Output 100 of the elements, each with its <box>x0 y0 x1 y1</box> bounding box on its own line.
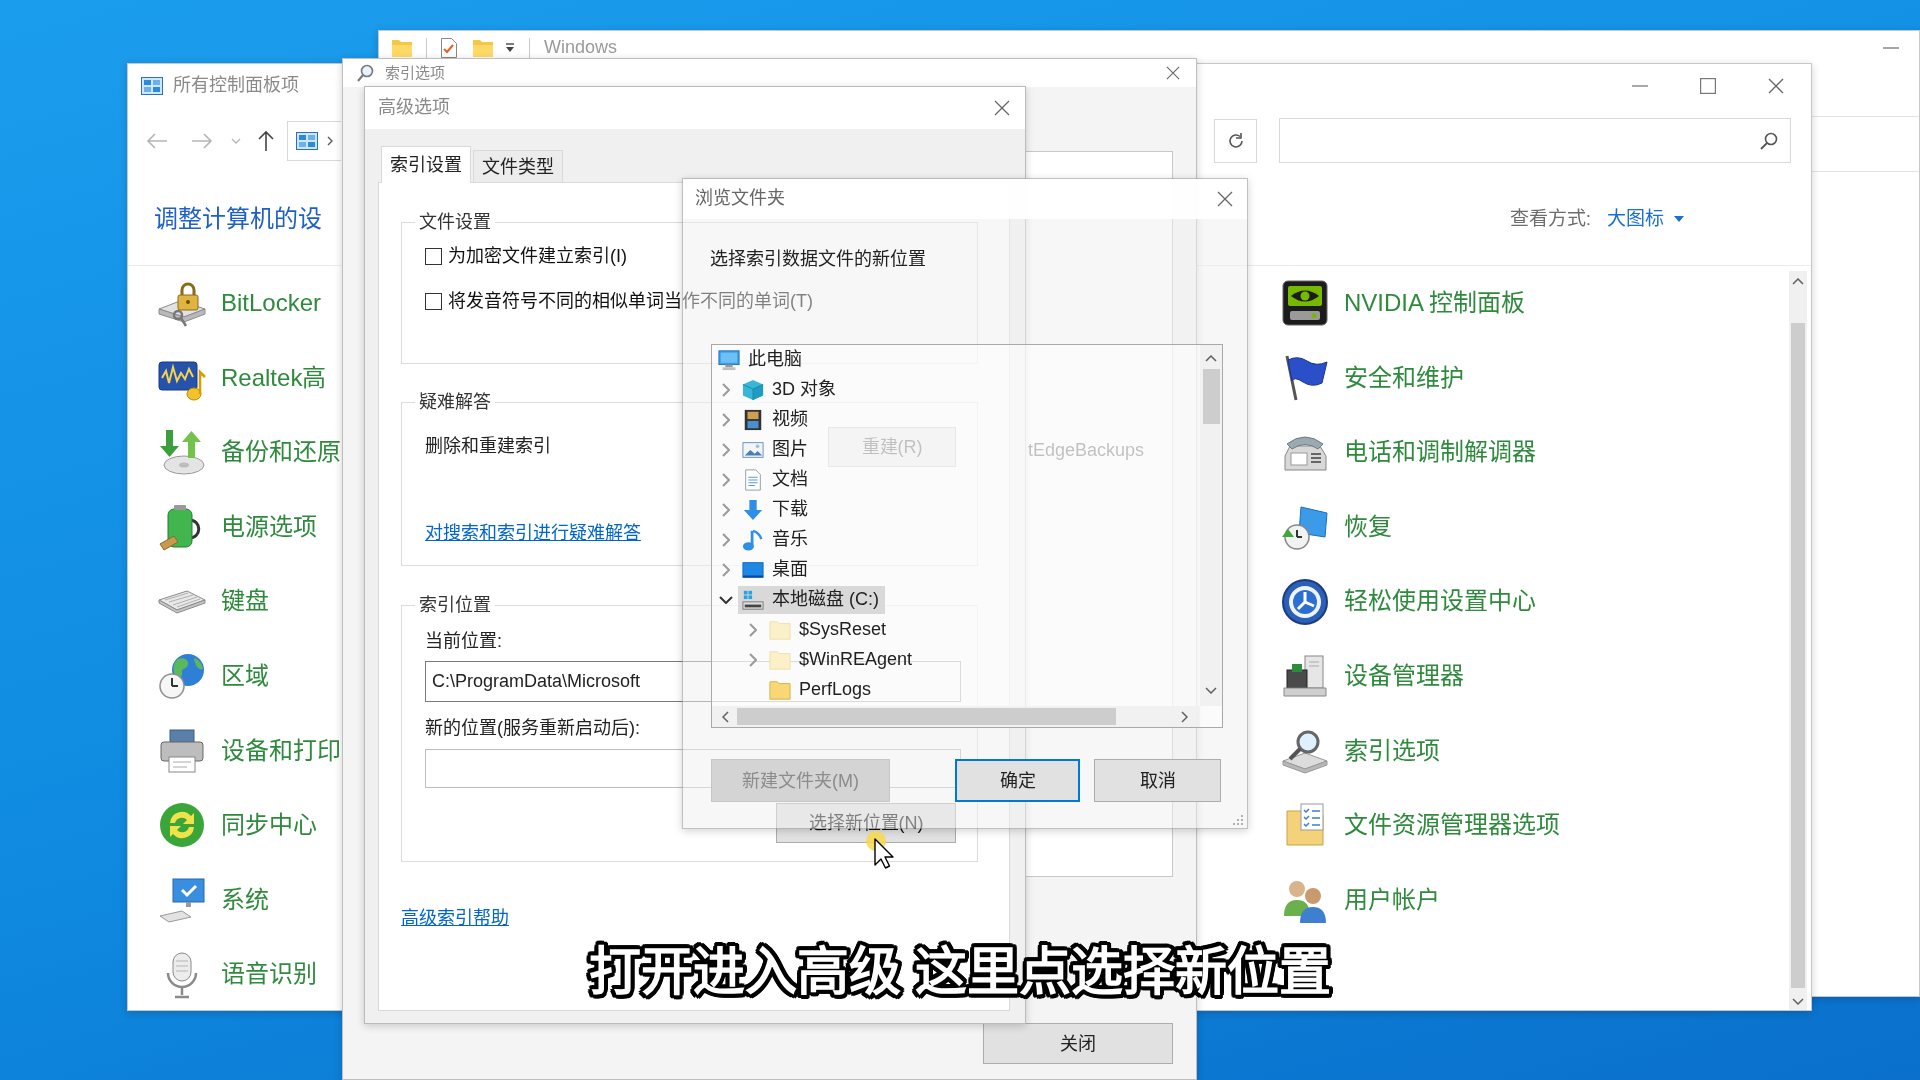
tree-item[interactable]: 本地磁盘 (C:) <box>738 586 885 614</box>
close-button[interactable]: 关闭 <box>983 1023 1173 1064</box>
tree-item[interactable]: 桌面 <box>738 556 814 584</box>
control-panel-item[interactable]: Realtek高 <box>158 353 327 402</box>
down-arrow-icon <box>742 499 764 521</box>
chevron-right-icon[interactable] <box>749 653 757 667</box>
control-panel-item[interactable]: 区域 <box>158 652 269 701</box>
dropdown-arrow-icon[interactable] <box>505 42 515 53</box>
tree-item[interactable]: PerfLogs <box>765 676 878 704</box>
up-arrow-icon[interactable] <box>257 129 275 152</box>
close-icon[interactable] <box>1768 78 1784 94</box>
close-icon[interactable] <box>1217 191 1233 207</box>
control-panel-item[interactable]: 设备和打印 <box>158 726 341 775</box>
mouse-pointer-icon <box>866 831 894 869</box>
address-bar[interactable] <box>287 120 341 161</box>
scroll-left-icon[interactable] <box>722 710 729 723</box>
control-panel-item[interactable]: 文件资源管理器选项 <box>1281 801 1560 850</box>
control-panel-icon <box>296 131 318 150</box>
control-panel-item[interactable]: 键盘 <box>158 588 269 615</box>
control-panel-item[interactable]: 恢复 <box>1281 503 1392 552</box>
control-panel-item[interactable]: 语音识别 <box>158 950 317 999</box>
refresh-icon <box>1226 131 1245 150</box>
tree-item[interactable]: 图片 <box>738 436 814 464</box>
chevron-right-icon[interactable] <box>749 623 757 637</box>
group-label: 疑难解答 <box>415 391 495 413</box>
window-title: Windows <box>544 36 618 59</box>
control-panel-item[interactable]: 索引选项 <box>1281 726 1440 775</box>
computer-icon <box>718 349 740 371</box>
tree-item[interactable]: 此电脑 <box>714 346 808 374</box>
window-title: 所有控制面板项 <box>173 75 299 97</box>
control-panel-item[interactable]: 同步中心 <box>158 801 317 850</box>
chevron-right-icon[interactable] <box>722 503 730 517</box>
arrows-disk-icon <box>158 428 206 477</box>
search-field[interactable] <box>1279 118 1791 163</box>
chevron-right-icon[interactable] <box>722 473 730 487</box>
troubleshoot-link[interactable]: 对搜索和索引进行疑难解答 <box>425 522 641 544</box>
control-panel-item[interactable]: 电源选项 <box>158 503 317 552</box>
scrollbar-thumb[interactable] <box>1791 323 1805 988</box>
tree-item[interactable]: 视频 <box>738 406 814 434</box>
resize-grip-icon[interactable] <box>1233 815 1243 825</box>
control-panel-item[interactable]: 备份和还原 <box>158 428 341 477</box>
refresh-button[interactable] <box>1214 118 1257 163</box>
microphone-icon <box>166 950 198 999</box>
control-panel-item[interactable]: 电话和调制解调器 <box>1281 428 1536 477</box>
group-label: 索引位置 <box>415 594 495 616</box>
checkbox[interactable] <box>425 292 442 310</box>
scrollbar-thumb[interactable] <box>737 708 1116 725</box>
back-arrow-icon[interactable] <box>146 131 168 150</box>
minimize-icon[interactable] <box>1883 46 1899 49</box>
scroll-down-icon[interactable] <box>1205 687 1217 694</box>
scroll-right-icon[interactable] <box>1181 710 1188 723</box>
select-location-button[interactable]: 选择新位置(N) <box>776 803 956 843</box>
checkbox-label: 为加密文件建立索引(I) <box>448 245 627 267</box>
monitor-clock-icon <box>1281 503 1329 552</box>
cancel-button[interactable]: 取消 <box>1094 759 1221 802</box>
control-panel-icon <box>141 77 163 95</box>
chevron-down-icon[interactable] <box>719 596 733 604</box>
control-panel-item[interactable]: 轻松使用设置中心 <box>1281 577 1536 626</box>
chevron-right-icon[interactable] <box>722 383 730 397</box>
folder-icon <box>392 38 412 57</box>
control-panel-item[interactable]: 系统 <box>158 876 269 925</box>
help-link[interactable]: 高级索引帮助 <box>401 907 509 929</box>
window-title: 高级选项 <box>378 97 450 119</box>
chevron-right-icon[interactable] <box>722 413 730 427</box>
ok-button[interactable]: 确定 <box>955 759 1080 802</box>
view-by-label: 查看方式: <box>1509 207 1591 231</box>
tab[interactable]: 文件类型 <box>473 150 563 182</box>
document-icon <box>742 469 764 491</box>
magnifier-icon <box>357 64 375 82</box>
tree-item[interactable]: 3D 对象 <box>738 376 842 404</box>
tree-item[interactable]: 音乐 <box>738 526 814 554</box>
scroll-up-icon[interactable] <box>1205 355 1217 362</box>
globe-clock-icon <box>158 652 206 701</box>
tree-item[interactable]: 下载 <box>738 496 814 524</box>
computer-check-icon <box>158 876 206 925</box>
control-panel-item[interactable]: 用户帐户 <box>1281 876 1440 925</box>
forward-arrow-icon[interactable] <box>191 131 213 150</box>
close-icon[interactable] <box>994 100 1010 116</box>
control-panel-item[interactable]: BitLocker <box>158 279 322 328</box>
chevron-right-icon[interactable] <box>722 533 730 547</box>
scroll-up-icon[interactable] <box>1792 278 1804 285</box>
maximize-icon[interactable] <box>1700 78 1716 94</box>
control-panel-item[interactable]: 设备管理器 <box>1281 652 1464 701</box>
tab[interactable]: 索引设置 <box>381 146 471 183</box>
field-label: 新的位置(服务重新启动后): <box>425 717 640 739</box>
chevron-right-icon[interactable] <box>722 443 730 457</box>
chevron-right-icon[interactable] <box>722 563 730 577</box>
tree-item[interactable]: 文档 <box>738 466 814 494</box>
view-by-dropdown[interactable]: 大图标 <box>1607 207 1684 231</box>
control-panel-item[interactable]: 安全和维护 <box>1281 353 1464 402</box>
scroll-down-icon[interactable] <box>1792 998 1804 1005</box>
checkbox-label: 将发音符号不同的相似单词当作不同的单词(T) <box>448 290 813 312</box>
tree-item[interactable]: $SysReset <box>765 616 893 644</box>
window-title: 浏览文件夹 <box>695 188 785 210</box>
control-panel-item[interactable]: NVIDIA 控制面板 <box>1281 279 1526 328</box>
scrollbar-thumb[interactable] <box>1202 369 1220 424</box>
drive-icon <box>742 589 764 611</box>
checkbox[interactable] <box>425 247 442 265</box>
logo-tile-icon <box>1281 279 1329 328</box>
close-icon[interactable] <box>1166 66 1180 80</box>
